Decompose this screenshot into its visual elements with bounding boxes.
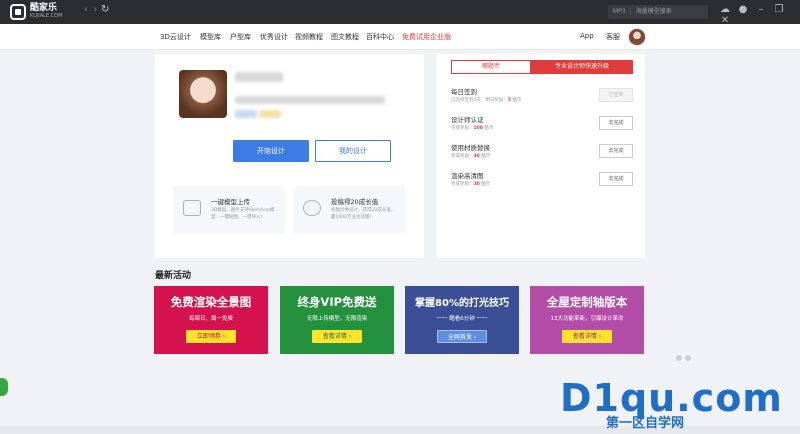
nav-enterprise-trial[interactable]: 免费试用企业版 bbox=[402, 32, 451, 42]
feature-title: 投稿得20成长值 bbox=[331, 198, 379, 206]
view-details-button[interactable]: 查看详情 › bbox=[562, 330, 612, 343]
tab-coins[interactable]: 哪题币 bbox=[451, 60, 531, 74]
section-title-activities: 最新活动 bbox=[155, 271, 192, 281]
brand-domain: KUJIALE.COM bbox=[30, 13, 63, 19]
carousel-dot[interactable] bbox=[676, 355, 682, 361]
banner-custom-version[interactable]: 全屋定制轴版本 13大功能革新，引爆设计革命 查看详情 › bbox=[530, 286, 644, 354]
profile-card: 开始设计 我的设计 一键模型上传 3D模型、图片支持Sketchup模型、一键贴… bbox=[155, 54, 424, 258]
banner-title: 终身VIP免费送 bbox=[297, 295, 377, 309]
claim-coupon-button[interactable]: 立即领券 › bbox=[186, 330, 236, 343]
window-controls: ☁ ● – ❐✕ bbox=[716, 4, 800, 26]
banner-vip-free[interactable]: 终身VIP免费送 无限上传模型，无限渲染 查看详情 › bbox=[280, 286, 394, 354]
start-design-button[interactable]: 开始设计 bbox=[233, 140, 309, 162]
banner-title: 免费渲染全景图 bbox=[170, 295, 252, 309]
carousel-dot[interactable] bbox=[685, 355, 691, 361]
feature-desc: 投稿优秀设计，获得20成长值，赢1000万业主流量！ bbox=[331, 208, 396, 220]
go-complete-button[interactable]: 去完成 bbox=[599, 144, 633, 158]
task-hd-render: 渲染高清图 完成奖励：30 酷币 去完成 bbox=[451, 168, 633, 194]
task-desc: 完成奖励：30 酷币 bbox=[451, 154, 491, 159]
carousel-dots bbox=[676, 346, 694, 365]
nav-3d-design[interactable]: 3D云设计 bbox=[160, 32, 191, 42]
banner-subtitle: 一一 酷看6分钟 一一 bbox=[436, 316, 488, 322]
search-separator: | bbox=[629, 8, 632, 15]
feature-title: 一键模型上传 bbox=[211, 198, 250, 206]
shirt-icon bbox=[183, 200, 201, 216]
medal-icon bbox=[303, 200, 321, 216]
nav-excellent-design[interactable]: 优秀设计 bbox=[260, 32, 288, 42]
task-desc: 完成奖励：30 酷币 bbox=[451, 182, 491, 187]
profile-info-blurred bbox=[235, 96, 385, 104]
checked-in-button[interactable]: 已签到 bbox=[599, 88, 633, 102]
brand-name: 酷家乐 bbox=[30, 3, 58, 13]
nav-video-tutorial[interactable]: 视频教程 bbox=[295, 32, 323, 42]
search-placeholder: 海量模型搜索 bbox=[635, 8, 672, 15]
minimize-icon[interactable]: – bbox=[752, 4, 770, 15]
task-name: 使用材质替换 bbox=[451, 144, 490, 152]
profile-avatar[interactable] bbox=[179, 70, 227, 118]
task-designer-cert: 设计师认证 完成奖励：100 酷币 去完成 bbox=[451, 112, 633, 138]
profile-level-blurred bbox=[259, 110, 281, 118]
search-input[interactable]: MP3 | 海量模型搜索 bbox=[608, 5, 708, 19]
refresh-icon[interactable]: ↻ bbox=[101, 4, 109, 15]
app-logo-icon[interactable] bbox=[10, 4, 26, 20]
title-bar: 酷家乐 KUJIALE.COM ‹› ↻ MP3 | 海量模型搜索 ☁ ● – ❐✕ bbox=[0, 0, 800, 26]
profile-badge-blurred bbox=[235, 110, 257, 118]
main-nav: 3D云设计 模型库 户型库 优秀设计 视频教程 图文教程 百科中心 免费试用企业… bbox=[0, 24, 800, 50]
banner-subtitle: 13大功能革新，引爆设计革命 bbox=[550, 316, 624, 322]
task-desc: 完成奖励：100 酷币 bbox=[451, 126, 494, 131]
feature-model-upload[interactable]: 一键模型上传 3D模型、图片支持Sketchup模型、一键贴图，一键导入！ bbox=[173, 186, 285, 234]
task-name: 每日签到 bbox=[451, 88, 477, 96]
site-watermark: D1qu.com 第一区自学网 bbox=[560, 378, 783, 431]
task-tabs: 哪题币 专业设计师快速升级 bbox=[451, 60, 633, 74]
banner-subtitle: 无限上传模型，无限渲染 bbox=[306, 316, 368, 322]
feature-submit-design[interactable]: 投稿得20成长值 投稿优秀设计，获得20成长值，赢1000万业主流量！ bbox=[293, 186, 405, 234]
banner-lighting-tips[interactable]: 掌握80%的打光技巧 一一 酷看6分钟 一一 全网首发 › bbox=[405, 286, 519, 354]
my-design-button[interactable]: 我的设计 bbox=[315, 140, 391, 162]
username-blurred bbox=[235, 72, 283, 82]
watermark-sub: 第一区自学网 bbox=[606, 416, 685, 431]
cloud-icon[interactable]: ☁ bbox=[716, 4, 734, 15]
feature-desc: 3D模型、图片支持Sketchup模型、一键贴图，一键导入！ bbox=[211, 208, 275, 220]
task-name: 设计师认证 bbox=[451, 116, 484, 124]
go-complete-button[interactable]: 去完成 bbox=[599, 172, 633, 186]
nav-wiki-center[interactable]: 百科中心 bbox=[366, 32, 394, 42]
banner-title: 掌握80%的打光技巧 bbox=[415, 298, 509, 309]
banner-free-render[interactable]: 免费渲染全景图 每周日、周一免费 立即领券 › bbox=[154, 286, 268, 354]
nav-model-library[interactable]: 模型库 bbox=[200, 32, 221, 42]
banner-subtitle: 每周日、周一免费 bbox=[188, 316, 233, 322]
user-avatar[interactable] bbox=[628, 28, 646, 46]
search-scope[interactable]: MP3 bbox=[613, 8, 626, 15]
go-complete-button[interactable]: 去完成 bbox=[599, 116, 633, 130]
nav-app[interactable]: App bbox=[580, 32, 594, 40]
restore-icon[interactable]: ❐ bbox=[770, 4, 788, 15]
user-icon[interactable]: ● bbox=[734, 4, 752, 15]
task-material-replace: 使用材质替换 完成奖励：30 酷币 去完成 bbox=[451, 140, 633, 166]
premiere-button[interactable]: 全网首发 › bbox=[437, 330, 487, 343]
tab-designer-upgrade[interactable]: 专业设计师快速升级 bbox=[531, 60, 633, 74]
task-desc: 已连续签到4天，明日奖励：5 酷币 bbox=[451, 98, 522, 103]
task-card: 哪题币 专业设计师快速升级 每日签到 已连续签到4天，明日奖励：5 酷币 已签到… bbox=[437, 54, 645, 258]
back-icon[interactable]: ‹ bbox=[84, 5, 94, 15]
banner-title: 全屋定制轴版本 bbox=[546, 295, 628, 309]
view-details-button[interactable]: 查看详情 › bbox=[312, 330, 362, 343]
task-daily-checkin: 每日签到 已连续签到4天，明日奖励：5 酷币 已签到 bbox=[451, 84, 633, 110]
task-name: 渲染高清图 bbox=[451, 172, 484, 180]
nav-floorplan-library[interactable]: 户型库 bbox=[230, 32, 251, 42]
floating-side-tab[interactable] bbox=[0, 378, 8, 396]
nav-article-tutorial[interactable]: 图文教程 bbox=[331, 32, 359, 42]
nav-customer-service[interactable]: 客服 bbox=[606, 32, 620, 42]
